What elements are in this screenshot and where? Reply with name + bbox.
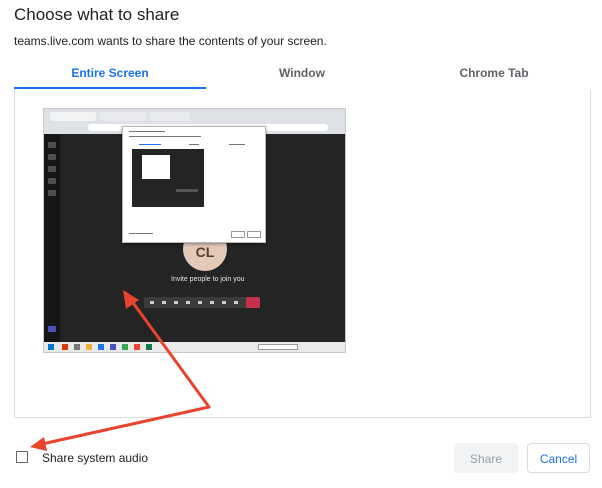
thumbnail-app-rail: [44, 134, 60, 342]
annotation-arrowhead-lower: [30, 437, 47, 451]
nested-share-dialog: [122, 126, 266, 243]
dialog-subtitle: teams.live.com wants to share the conten…: [14, 34, 327, 48]
hangup-icon: [246, 297, 260, 308]
tab-entire-screen[interactable]: Entire Screen: [14, 60, 206, 89]
invite-text: Invite people to join you: [171, 276, 245, 283]
tab-chrome-tab[interactable]: Chrome Tab: [398, 60, 590, 87]
tab-window[interactable]: Window: [206, 60, 398, 87]
cancel-button[interactable]: Cancel: [527, 443, 590, 473]
call-controls-bar: [144, 297, 260, 308]
share-audio-label: Share system audio: [42, 451, 149, 465]
share-button[interactable]: Share: [454, 443, 518, 473]
thumbnail-taskbar: [44, 342, 345, 352]
share-audio-checkbox[interactable]: [16, 451, 28, 463]
screen-thumbnail[interactable]: CL Invite people to join you: [43, 108, 346, 353]
share-source-tabs: Entire Screen Window Chrome Tab: [14, 60, 590, 90]
dialog-title: Choose what to share: [14, 5, 180, 24]
